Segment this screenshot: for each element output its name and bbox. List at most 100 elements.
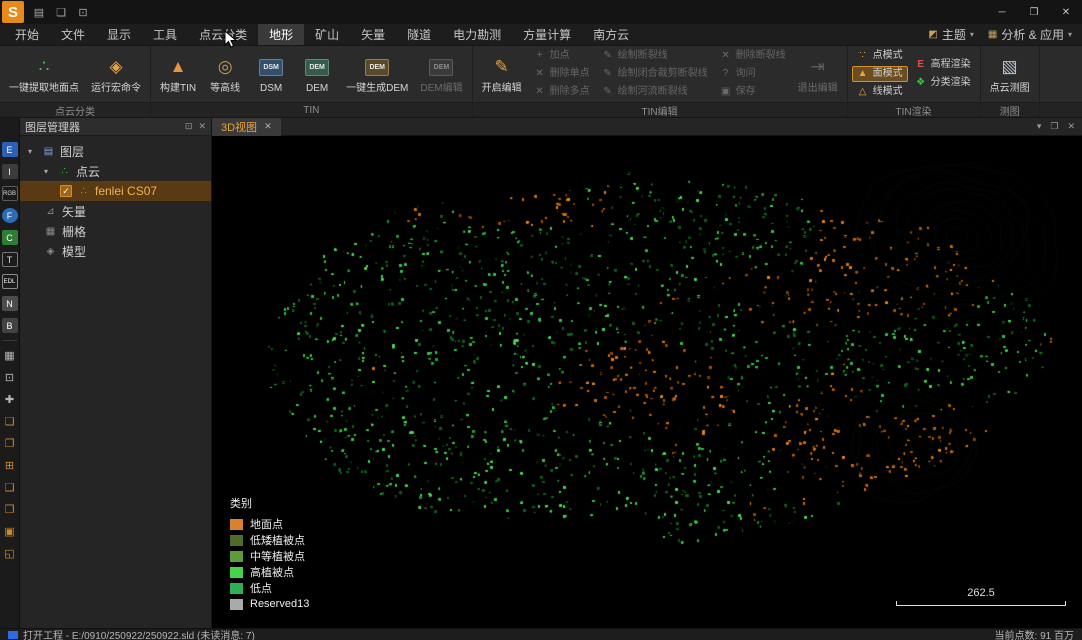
draw-closed-breakline-icon: ✎ — [602, 68, 614, 80]
viewport-layout-5-icon[interactable]: ❒ — [2, 502, 18, 517]
menu-item-display[interactable]: 显示 — [96, 24, 142, 45]
viewport-layout-6-icon[interactable]: ▣ — [2, 524, 18, 539]
line-mode-button[interactable]: △ 线模式 — [852, 84, 908, 100]
delete-point-button[interactable]: ✕ 删除单点 — [529, 66, 595, 82]
save-edit-button[interactable]: ▣ 保存 — [715, 84, 791, 100]
face-mode-button[interactable]: ▲ 面模式 — [852, 66, 908, 82]
menu-item-volume[interactable]: 方量计算 — [512, 24, 582, 45]
contour-button[interactable]: ◎ 等高线 — [203, 48, 247, 100]
chevron-down-icon: ▾ — [970, 30, 974, 39]
layer-visibility-checkbox[interactable]: ✓ — [60, 185, 72, 197]
layer-panel-header: 图层管理器 ⊡ ✕ — [20, 118, 211, 136]
tree-row-model[interactable]: ◈ 模型 — [20, 241, 211, 261]
build-tin-button[interactable]: ▲ 构建TIN — [155, 48, 201, 100]
intensity-mode-icon[interactable]: I — [2, 164, 18, 179]
menu-item-vector[interactable]: 矢量 — [350, 24, 396, 45]
theme-menu[interactable]: ◩ 主题 ▾ — [928, 26, 973, 43]
menu-item-terrain[interactable]: 地形 — [258, 24, 304, 45]
contour-icon: ◎ — [218, 55, 233, 81]
ribbon-group-tin-edit: ✎ 开启编辑 + 加点 ✕ 删除单点 ✕ 删除多点 ✎ — [473, 46, 848, 117]
start-edit-button[interactable]: ✎ 开启编辑 — [477, 48, 527, 100]
new-file-icon[interactable]: ▤ — [29, 3, 49, 21]
menu-item-start[interactable]: 开始 — [4, 24, 50, 45]
viewport-layout-7-icon[interactable]: ◱ — [2, 546, 18, 561]
menu-item-power-survey[interactable]: 电力勘测 — [442, 24, 512, 45]
viewport-close-icon[interactable]: ✕ — [1067, 121, 1075, 132]
pc-mapping-button[interactable]: ▧ 点云测图 — [985, 48, 1035, 100]
pin-icon[interactable]: ⊡ — [185, 121, 193, 132]
elevation-mode-icon[interactable]: E — [2, 142, 18, 157]
pointcloud-canvas[interactable] — [212, 136, 1082, 628]
edl-mode-icon[interactable]: EDL — [2, 274, 18, 289]
class-render-button[interactable]: ❖ 分类渲染 — [910, 75, 976, 91]
group-label-pointcloud: 点云分类 — [0, 102, 150, 117]
extract-ground-button[interactable]: ∴ 一键提取地面点 — [4, 48, 84, 100]
legend-row-low-veg: 低矮植被点 — [230, 532, 309, 548]
add-point-button[interactable]: + 加点 — [529, 48, 595, 64]
normal-mode-icon[interactable]: N — [2, 296, 18, 311]
tree-row-raster[interactable]: ▦ 栅格 — [20, 221, 211, 241]
3d-canvas-area[interactable]: 类别 地面点 低矮植被点 中等植被点 高植被点 — [212, 136, 1082, 628]
render-mode-strip: E I RGB F C T EDL N B ▦ ⊡ ✚ ❏ ❐ ⊞ ❑ ❒ ▣ … — [0, 118, 20, 628]
open-folder-icon[interactable]: ❏ — [51, 3, 71, 21]
close-button[interactable]: ✕ — [1050, 0, 1082, 24]
menu-item-tunnel[interactable]: 隧道 — [396, 24, 442, 45]
menu-item-file[interactable]: 文件 — [50, 24, 96, 45]
query-button[interactable]: ? 询问 — [715, 66, 791, 82]
legend-label-ground: 地面点 — [250, 516, 283, 532]
save-icon[interactable]: ⊡ — [73, 3, 93, 21]
viewport-layout-1-icon[interactable]: ❏ — [2, 414, 18, 429]
panel-close-icon[interactable]: ✕ — [198, 121, 206, 132]
dem-button[interactable]: DEM DEM — [295, 48, 339, 100]
ribbon-group-tin: ▲ 构建TIN ◎ 等高线 DSM DSM DEM DEM DEM 一键生成DE… — [151, 46, 473, 117]
dsm-button[interactable]: DSM DSM — [249, 48, 293, 100]
tab-dropdown-icon[interactable]: ▾ — [1037, 121, 1042, 132]
render-options-icon[interactable]: ▦ — [2, 348, 18, 363]
viewport-area: 3D视图 ✕ ▾ ❐ ✕ 类别 地面点 低矮植被点 — [212, 118, 1082, 628]
viewport-layout-4-icon[interactable]: ❑ — [2, 480, 18, 495]
delete-points-button[interactable]: ✕ 删除多点 — [529, 84, 595, 100]
viewport-layout-2-icon[interactable]: ❐ — [2, 436, 18, 451]
analysis-menu[interactable]: ▦ 分析 & 应用 ▾ — [988, 26, 1072, 43]
tab-close-icon[interactable]: ✕ — [264, 121, 272, 132]
tree-row-layers[interactable]: ▾ ▤ 图层 — [20, 141, 211, 161]
viewport-layout-3-icon[interactable]: ⊞ — [2, 458, 18, 473]
caret-down-icon[interactable]: ▾ — [44, 167, 53, 176]
elevation-render-button[interactable]: E 高程渲染 — [910, 57, 976, 73]
draw-breakline-button[interactable]: ✎ 绘制断裂线 — [597, 48, 713, 64]
point-mode-button[interactable]: ∵ 点模式 — [852, 48, 908, 64]
draw-closed-breakline-button[interactable]: ✎ 绘制闭合裁剪断裂线 — [597, 66, 713, 82]
dem-edit-button[interactable]: DEM DEM编辑 — [415, 48, 467, 100]
menu-item-tools[interactable]: 工具 — [142, 24, 188, 45]
f-mode-icon[interactable]: F — [2, 208, 18, 223]
float-window-icon[interactable]: ❐ — [1050, 121, 1058, 132]
menu-item-classification[interactable]: 点云分类 — [188, 24, 258, 45]
status-project-path: 打开工程 - E:/0910/250922/250922.sld (未读消息: … — [23, 627, 255, 640]
delete-breakline-icon: ✕ — [720, 50, 732, 62]
tree-row-fenlei-cs07[interactable]: ✓ ∴ fenlei CS07 — [20, 181, 211, 201]
pan-tool-icon[interactable]: ✚ — [2, 392, 18, 407]
query-label: 询问 — [736, 68, 756, 80]
minimize-button[interactable]: ─ — [986, 0, 1018, 24]
draw-river-breakline-button[interactable]: ✎ 绘制河流断裂线 — [597, 84, 713, 100]
tree-row-pointcloud[interactable]: ▾ ∴ 点云 — [20, 161, 211, 181]
classification-mode-icon[interactable]: C — [2, 230, 18, 245]
caret-down-icon[interactable]: ▾ — [28, 147, 37, 156]
one-key-dem-button[interactable]: DEM 一键生成DEM — [341, 48, 413, 100]
exit-edit-icon: ⇥ — [810, 55, 824, 81]
tree-row-vector[interactable]: ⊿ 矢量 — [20, 201, 211, 221]
delete-breakline-button[interactable]: ✕ 删除断裂线 — [715, 48, 791, 64]
t-mode-icon[interactable]: T — [2, 252, 18, 267]
tab-3d-view[interactable]: 3D视图 ✕ — [212, 118, 281, 136]
delete-point-label: 删除单点 — [550, 68, 590, 80]
blend-mode-icon[interactable]: B — [2, 318, 18, 333]
rgb-mode-icon[interactable]: RGB — [2, 186, 18, 201]
measure-tool-icon[interactable]: ⊡ — [2, 370, 18, 385]
legend-label-low-point: 低点 — [250, 580, 272, 596]
run-macro-button[interactable]: ◈ 运行宏命令 — [86, 48, 146, 100]
maximize-button[interactable]: ❐ — [1018, 0, 1050, 24]
menu-item-south-cloud[interactable]: 南方云 — [582, 24, 640, 45]
menu-item-mine[interactable]: 矿山 — [304, 24, 350, 45]
legend-row-low-point: 低点 — [230, 580, 309, 596]
exit-edit-button[interactable]: ⇥ 退出编辑 — [793, 48, 843, 100]
